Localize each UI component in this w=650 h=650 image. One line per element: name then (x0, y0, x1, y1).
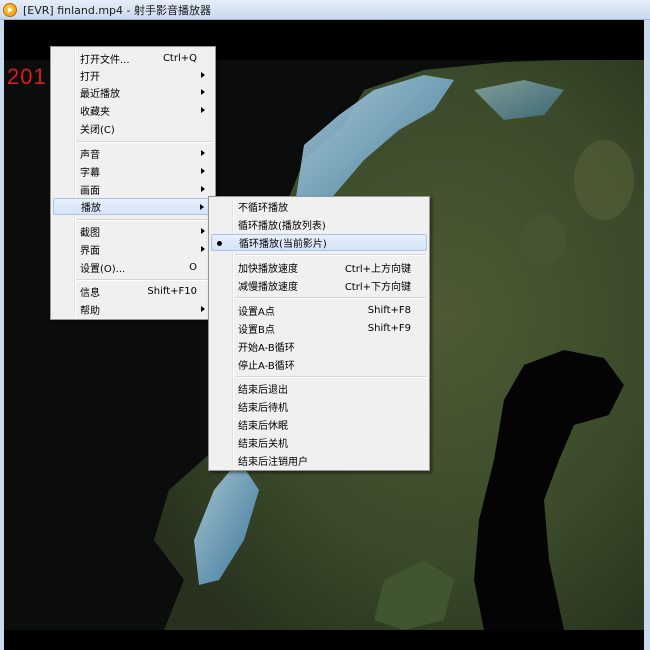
menu-item-label: 截图 (80, 228, 100, 239)
submenu-arrow-icon (201, 228, 205, 234)
menu-separator (77, 141, 212, 143)
menu-separator (77, 279, 212, 281)
menu-item-label: 循环播放(播放列表) (238, 221, 326, 232)
menu-item-shortcut: Ctrl+上方向键 (344, 264, 411, 275)
menu-item-settings[interactable]: 设置(O)... O (53, 259, 213, 276)
menu-item-label: 关闭(C) (80, 125, 115, 136)
radio-check-icon (217, 241, 222, 246)
menu-item-shortcut: O (189, 262, 197, 273)
menu-item-interface[interactable]: 界面 (53, 241, 213, 258)
video-overlay-text: 201 (7, 64, 47, 89)
menu-item-set-b-point[interactable]: 设置B点 Shift+F9 (211, 320, 427, 337)
menu-item-shutdown-after[interactable]: 结束后关机 (211, 434, 427, 451)
menu-item-label: 设置(O)... (80, 264, 126, 275)
menu-item-slow-down[interactable]: 减慢播放速度 Ctrl+下方向键 (211, 277, 427, 294)
menu-item-open-file[interactable]: 打开文件... Ctrl+Q (53, 50, 213, 67)
context-menu: 打开文件... Ctrl+Q 打开 最近播放 收藏夹 关闭(C) 声音 字幕 画… (50, 46, 216, 320)
menu-item-standby-after[interactable]: 结束后待机 (211, 398, 427, 415)
menu-item-label: 打开文件... (80, 55, 130, 66)
submenu-arrow-icon (201, 107, 205, 113)
submenu-arrow-icon (201, 186, 205, 192)
menu-item-loop-current[interactable]: 循环播放(当前影片) (211, 234, 427, 251)
menu-item-label: 结束后注销用户 (238, 457, 308, 468)
menu-item-label: 帮助 (80, 306, 100, 317)
title-bar[interactable]: [EVR] finland.mp4 - 射手影音播放器 (0, 0, 650, 20)
menu-item-favorites[interactable]: 收藏夹 (53, 102, 213, 119)
submenu-arrow-icon (201, 168, 205, 174)
menu-item-exit-after[interactable]: 结束后退出 (211, 380, 427, 397)
menu-item-label: 结束后关机 (238, 439, 288, 450)
menu-item-speed-up[interactable]: 加快播放速度 Ctrl+上方向键 (211, 259, 427, 276)
menu-item-screenshot[interactable]: 截图 (53, 223, 213, 240)
player-app-icon (3, 2, 17, 17)
submenu-arrow-icon (201, 72, 205, 78)
menu-item-set-a-point[interactable]: 设置A点 Shift+F8 (211, 302, 427, 319)
menu-item-no-loop[interactable]: 不循环播放 (211, 198, 427, 215)
submenu-arrow-icon (201, 150, 205, 156)
menu-item-label: 收藏夹 (80, 107, 110, 118)
playback-submenu: 不循环播放 循环播放(播放列表) 循环播放(当前影片) 加快播放速度 Ctrl+… (208, 196, 430, 471)
menu-item-info[interactable]: 信息 Shift+F10 (53, 283, 213, 300)
menu-item-label: 界面 (80, 246, 100, 257)
menu-item-shortcut: Ctrl+下方向键 (344, 282, 411, 293)
menu-item-label: 字幕 (80, 168, 100, 179)
submenu-arrow-icon (201, 89, 205, 95)
menu-item-logoff-after[interactable]: 结束后注销用户 (211, 452, 427, 469)
menu-item-hibernate-after[interactable]: 结束后休眠 (211, 416, 427, 433)
menu-separator (77, 219, 212, 221)
menu-separator (235, 254, 426, 256)
menu-item-label: 不循环播放 (238, 203, 288, 214)
menu-item-loop-playlist[interactable]: 循环播放(播放列表) (211, 216, 427, 233)
menu-item-shortcut: Shift+F10 (147, 286, 197, 297)
menu-item-label: 循环播放(当前影片) (239, 239, 327, 250)
menu-item-label: 设置B点 (238, 325, 275, 336)
menu-item-close[interactable]: 关闭(C) (53, 120, 213, 137)
menu-item-playback[interactable]: 播放 (53, 198, 213, 215)
menu-item-label: 声音 (80, 150, 100, 161)
menu-item-start-ab-loop[interactable]: 开始A-B循环 (211, 338, 427, 355)
menu-separator (235, 297, 426, 299)
menu-item-label: 结束后待机 (238, 403, 288, 414)
menu-item-stop-ab-loop[interactable]: 停止A-B循环 (211, 356, 427, 373)
menu-item-shortcut: Shift+F9 (367, 323, 411, 334)
menu-item-label: 加快播放速度 (238, 264, 298, 275)
menu-item-shortcut: Shift+F8 (367, 305, 411, 316)
window-frame-right (644, 20, 650, 650)
menu-item-label: 画面 (80, 186, 100, 197)
menu-separator (235, 376, 426, 378)
menu-item-label: 停止A-B循环 (238, 361, 295, 372)
menu-item-label: 信息 (80, 288, 100, 299)
menu-item-label: 设置A点 (238, 307, 275, 318)
menu-item-label: 最近播放 (80, 89, 120, 100)
menu-item-label: 结束后休眠 (238, 421, 288, 432)
submenu-arrow-icon (201, 246, 205, 252)
menu-item-recent[interactable]: 最近播放 (53, 84, 213, 101)
menu-item-label: 播放 (81, 203, 101, 214)
menu-item-label: 打开 (80, 72, 100, 83)
menu-item-open[interactable]: 打开 (53, 67, 213, 84)
menu-item-subtitles[interactable]: 字幕 (53, 163, 213, 180)
menu-item-shortcut: Ctrl+Q (162, 53, 197, 64)
menu-item-label: 减慢播放速度 (238, 282, 298, 293)
menu-item-help[interactable]: 帮助 (53, 301, 213, 318)
window-title: [EVR] finland.mp4 - 射手影音播放器 (23, 3, 212, 17)
menu-item-label: 开始A-B循环 (238, 343, 295, 354)
submenu-arrow-icon (201, 306, 205, 312)
menu-item-label: 结束后退出 (238, 385, 288, 396)
menu-item-video[interactable]: 画面 (53, 181, 213, 198)
menu-item-audio[interactable]: 声音 (53, 145, 213, 162)
submenu-arrow-icon (200, 204, 204, 210)
